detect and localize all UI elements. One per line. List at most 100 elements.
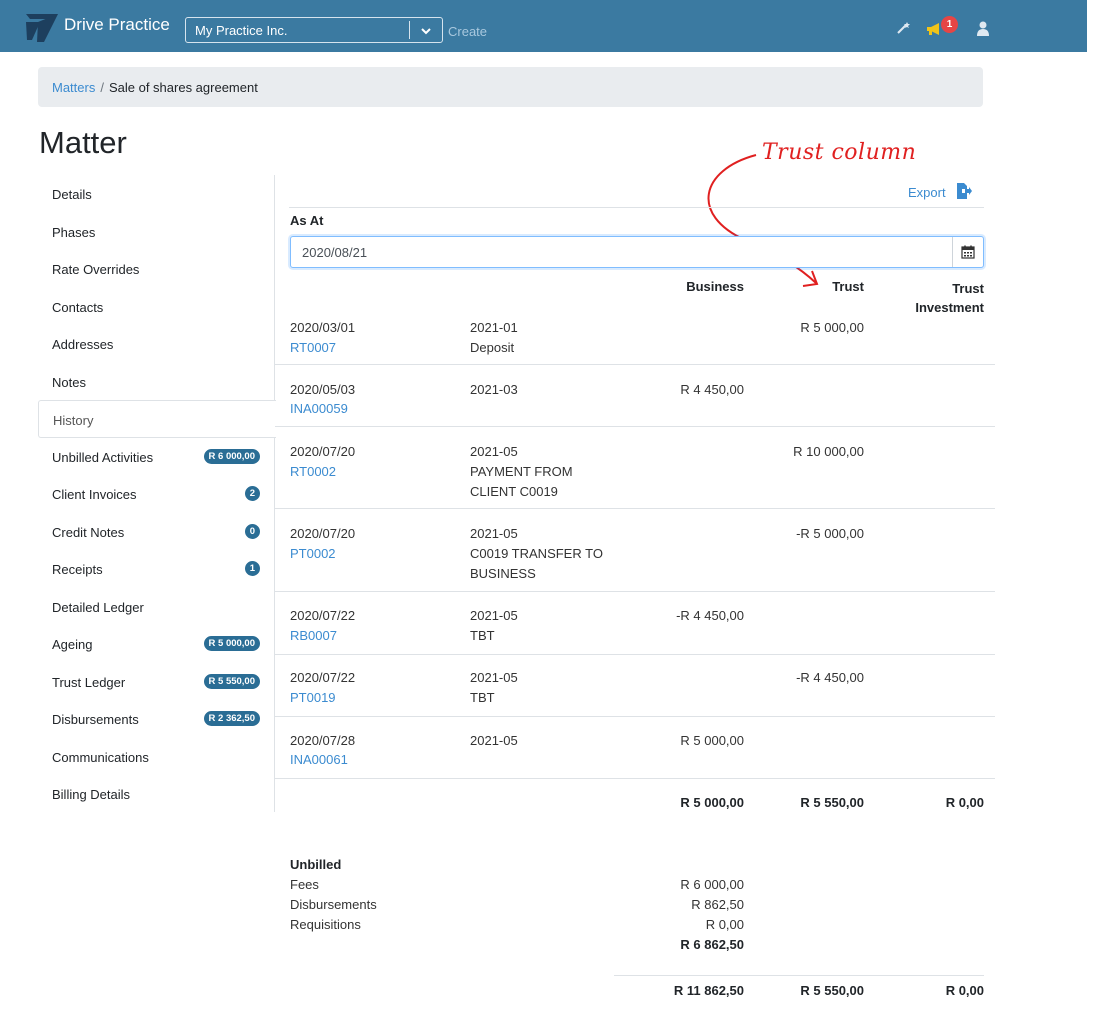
unbilled-fees-label: Fees <box>290 877 319 892</box>
sidebar-item-rate-overrides[interactable]: Rate Overrides <box>38 250 274 288</box>
row-trust-amount: R 10 000,00 <box>793 444 864 459</box>
row-divider <box>275 426 995 427</box>
calendar-icon[interactable] <box>961 245 975 259</box>
disbursements-badge: R 2 362,50 <box>203 711 260 726</box>
breadcrumb-separator: / <box>100 80 104 95</box>
magic-wand-icon[interactable] <box>896 21 910 35</box>
sidebar-item-receipts[interactable]: Receipts 1 <box>38 550 274 588</box>
row-date: 2020/07/20 <box>290 526 356 541</box>
sidebar-item-label: Trust Ledger <box>52 674 126 690</box>
sidebar-item-notes[interactable]: Notes <box>38 363 274 401</box>
row-business-amount: -R 4 450,00 <box>676 608 744 623</box>
select-divider <box>409 21 410 39</box>
sidebar-item-details[interactable]: Details <box>38 175 274 213</box>
row-description: TBT <box>470 628 495 643</box>
sidebar-item-label: Billing Details <box>52 787 131 802</box>
sidebar-item-label: Disbursements <box>52 712 139 727</box>
sidebar-item-ageing[interactable]: Ageing R 5 000,00 <box>38 625 274 663</box>
row-divider <box>275 508 995 509</box>
row-date: 2020/07/22 <box>290 608 356 623</box>
sidebar-item-label: Contacts <box>52 299 104 315</box>
trust-column-annotation: Trust column <box>762 140 917 165</box>
sidebar-item-credit-notes[interactable]: Credit Notes 0 <box>38 513 274 551</box>
row-description: TBT <box>470 690 495 705</box>
sidebar-item-phases[interactable]: Phases <box>38 213 274 251</box>
row-period: 2021-05 <box>470 733 518 748</box>
sidebar-item-label: Unbilled Activities <box>52 449 154 465</box>
practice-select[interactable]: My Practice Inc. <box>185 17 443 43</box>
unbilled-disbursements-label: Disbursements <box>290 897 377 912</box>
sidebar-item-client-invoices[interactable]: Client Invoices 2 <box>38 475 274 513</box>
brand-name[interactable]: Drive Practice <box>64 15 170 35</box>
sidebar-item-billing-details[interactable]: Billing Details <box>38 775 274 813</box>
sidebar-item-label: History <box>53 413 94 428</box>
practice-select-value: My Practice Inc. <box>195 23 288 38</box>
row-business-amount: R 4 450,00 <box>680 382 744 397</box>
client-invoices-badge: 2 <box>244 486 260 501</box>
sidebar-item-contacts[interactable]: Contacts <box>38 288 274 326</box>
row-period: 2021-05 <box>470 526 518 541</box>
sidebar-item-label: Client Invoices <box>52 487 137 502</box>
row-description: C0019 TRANSFER TO <box>470 546 603 561</box>
sidebar-item-trust-ledger[interactable]: Trust Ledger R 5 550,00 <box>38 663 274 701</box>
as-at-date-value: 2020/08/21 <box>302 245 368 260</box>
row-description: CLIENT C0019 <box>470 484 558 499</box>
total-trust: R 5 550,00 <box>800 795 864 810</box>
row-reference-link[interactable]: PT0019 <box>290 688 336 708</box>
sidebar-item-addresses[interactable]: Addresses <box>38 325 274 363</box>
drive-practice-logo-icon[interactable] <box>24 10 60 42</box>
user-icon[interactable] <box>976 21 990 36</box>
grand-total-business: R 11 862,50 <box>673 983 744 998</box>
sidebar-item-label: Addresses <box>52 337 114 352</box>
credit-notes-badge: 0 <box>244 523 260 539</box>
row-trust-amount: R 5 000,00 <box>800 320 864 335</box>
unbilled-requisitions-label: Requisitions <box>290 917 361 932</box>
page-title: Matter <box>39 125 127 160</box>
breadcrumb-matters-link[interactable]: Matters <box>52 80 95 95</box>
row-reference-link[interactable]: INA00059 <box>290 399 348 419</box>
top-navbar: Drive Practice My Practice Inc. Create 1 <box>0 0 1087 52</box>
unbilled-subtotal: R 6 862,50 <box>680 937 744 952</box>
notification-count-badge: 1 <box>941 16 958 33</box>
row-reference-link[interactable]: RT0007 <box>290 338 336 358</box>
row-divider <box>275 716 995 717</box>
breadcrumb: Matters / Sale of shares agreement <box>38 67 983 107</box>
ageing-badge: R 5 000,00 <box>203 636 260 651</box>
row-date: 2020/03/01 <box>290 320 356 335</box>
sidebar-item-history[interactable]: History <box>38 400 276 438</box>
row-period: 2021-05 <box>470 670 518 685</box>
row-period: 2021-01 <box>470 320 518 335</box>
as-at-date-input[interactable]: 2020/08/21 <box>290 236 984 268</box>
row-date: 2020/05/03 <box>290 382 356 397</box>
sidebar-item-detailed-ledger[interactable]: Detailed Ledger <box>38 588 274 626</box>
row-trust-amount: -R 5 000,00 <box>796 526 864 541</box>
row-description: BUSINESS <box>470 566 536 581</box>
sidebar-item-label: Detailed Ledger <box>52 599 144 615</box>
sidebar-item-label: Receipts <box>52 562 103 577</box>
row-divider <box>275 364 995 365</box>
export-icon[interactable] <box>956 183 972 199</box>
export-button[interactable]: Export <box>908 185 946 200</box>
row-reference-link[interactable]: INA00061 <box>290 750 348 770</box>
sidebar-item-label: Notes <box>52 374 86 390</box>
unbilled-requisitions-amount: R 0,00 <box>705 917 744 932</box>
receipts-badge: 1 <box>244 561 260 576</box>
row-description: Deposit <box>470 340 515 355</box>
sidebar-item-label: Ageing <box>52 637 93 652</box>
create-link[interactable]: Create <box>448 24 487 39</box>
row-divider <box>275 654 995 655</box>
row-description: PAYMENT FROM <box>470 464 573 479</box>
row-date: 2020/07/20 <box>290 444 356 459</box>
row-reference-link[interactable]: PT0002 <box>290 544 336 564</box>
column-header-trust-investment: Trust Investment <box>915 281 984 315</box>
row-business-amount: R 5 000,00 <box>680 733 744 748</box>
unbilled-activities-badge: R 6 000,00 <box>203 448 260 464</box>
row-reference-link[interactable]: RB0007 <box>290 626 337 646</box>
input-divider <box>952 237 953 267</box>
grand-total-trust-investment: R 0,00 <box>945 983 984 998</box>
sidebar-item-communications[interactable]: Communications <box>38 738 274 776</box>
row-reference-link[interactable]: RT0002 <box>290 462 336 482</box>
unbilled-heading: Unbilled <box>290 857 342 872</box>
sidebar-item-unbilled-activities[interactable]: Unbilled Activities R 6 000,00 <box>38 438 274 476</box>
sidebar-item-disbursements[interactable]: Disbursements R 2 362,50 <box>38 700 274 738</box>
